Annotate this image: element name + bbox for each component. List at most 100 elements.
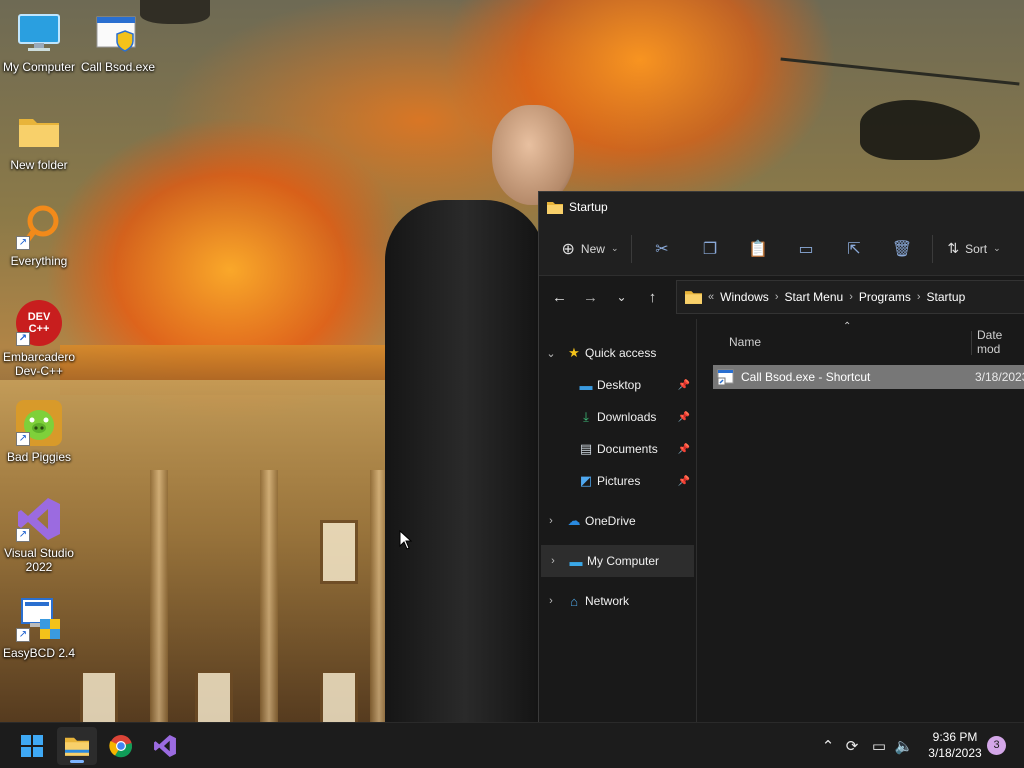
breadcrumb-item[interactable]: Startup [927, 290, 966, 304]
desktop-icon-devcpp[interactable]: DEV C++ ↗ Embarcadero Dev-C++ [1, 300, 77, 378]
new-button[interactable]: ⊕ New ⌄ [555, 233, 625, 265]
chevron-right-icon[interactable]: › [539, 515, 563, 527]
desktop-icon-label: Bad Piggies [6, 450, 72, 464]
address-row: ← → ⌄ ↑ « Windows › Start Menu › Program… [539, 276, 1024, 318]
address-bar[interactable]: « Windows › Start Menu › Programs › Star… [676, 280, 1024, 314]
monitor-icon [16, 10, 62, 56]
chevron-right-icon[interactable]: › [541, 555, 565, 567]
desktop-icon-label: Embarcadero Dev-C++ [2, 350, 76, 378]
taskbar-file-explorer[interactable] [57, 727, 97, 765]
pig-icon: ↗ [16, 400, 62, 446]
chevron-down-icon: ⌄ [616, 290, 627, 304]
trash-icon: 🗑 [891, 240, 913, 258]
sort-button[interactable]: ⇅ Sort ⌄ [939, 233, 1009, 265]
start-icon [21, 735, 43, 757]
nav-item-my-computer[interactable]: › ▬ My Computer [541, 545, 694, 577]
pin-icon[interactable]: 📌 [678, 380, 690, 391]
paste-button[interactable]: 📋 [734, 233, 782, 265]
column-header-date[interactable]: Date mod [977, 328, 1024, 356]
chevron-down-icon[interactable]: ⌄ [539, 347, 563, 360]
chrome-icon [109, 735, 133, 758]
nav-item-label: Documents [597, 442, 658, 456]
nav-item-onedrive[interactable]: › ☁ OneDrive [539, 505, 696, 537]
taskbar-chrome[interactable] [101, 727, 141, 765]
navigation-pane: ⌄ ★ Quick access ▬ Desktop 📌 ⤓ Downloads… [539, 319, 697, 723]
pin-icon[interactable]: 📌 [678, 444, 690, 455]
volume-icon[interactable]: 🔈 [893, 735, 915, 757]
copy-button[interactable]: ❐ [686, 233, 734, 265]
building-window [320, 520, 358, 584]
nav-item-quick-access[interactable]: ⌄ ★ Quick access [539, 337, 696, 369]
chevron-up-icon[interactable]: ⌃ [817, 735, 839, 757]
sync-icon[interactable]: ⟳ [841, 735, 863, 757]
helicopter-rotor [780, 57, 1020, 86]
rename-button[interactable]: ▭ [782, 233, 830, 265]
column-header-name[interactable]: Name [729, 335, 761, 349]
folder-icon [547, 201, 563, 214]
copy-icon: ❐ [702, 240, 718, 258]
taskbar: ⌃ ⟳ ▭ 🔈 9:36 PM 3/18/2023 3 [0, 722, 1024, 768]
command-bar: ⊕ New ⌄ ✂ ❐ 📋 ▭ ⇱ 🗑 ⇅ Sort ⌄ [539, 222, 1024, 276]
paste-icon: 📋 [748, 240, 768, 258]
desktop-icon-label: New folder [10, 158, 68, 172]
clock[interactable]: 9:36 PM 3/18/2023 [920, 729, 990, 761]
taskbar-visual-studio[interactable] [145, 727, 185, 765]
desktop-icon-label: Everything [10, 254, 68, 268]
breadcrumb-overflow[interactable]: « [708, 291, 714, 303]
sort-button-label: Sort [965, 241, 988, 256]
share-icon: ⇱ [847, 240, 861, 258]
nav-item-label: Desktop [597, 378, 642, 392]
desktop-icon-bad-piggies[interactable]: ↗ Bad Piggies [1, 400, 77, 464]
shortcut-arrow-icon: ↗ [16, 528, 30, 542]
forward-button[interactable]: → [575, 282, 606, 312]
column-header-row: ⌃ Name Date mod [699, 319, 1024, 365]
nav-item-documents[interactable]: ▤ Documents 📌 [539, 433, 696, 465]
desktop-icon-new-folder[interactable]: New folder [1, 108, 77, 172]
nav-item-label: My Computer [587, 554, 660, 568]
cut-button[interactable]: ✂ [638, 233, 686, 265]
title-bar[interactable]: Startup [539, 192, 1024, 222]
breadcrumb-item[interactable]: Programs [859, 290, 911, 304]
nav-item-desktop[interactable]: ▬ Desktop 📌 [539, 369, 696, 401]
breadcrumb-item[interactable]: Windows [720, 290, 769, 304]
separator [932, 234, 933, 263]
nav-item-network[interactable]: › ⌂ Network [539, 585, 696, 617]
pin-icon[interactable]: 📌 [678, 476, 690, 487]
arrow-up-icon: ↑ [648, 288, 657, 306]
column-divider[interactable] [971, 331, 972, 355]
start-button[interactable] [12, 727, 52, 765]
file-explorer-icon [65, 737, 89, 756]
delete-button[interactable]: 🗑 [878, 233, 926, 265]
nav-item-pictures[interactable]: ◩ Pictures 📌 [539, 465, 696, 497]
share-button[interactable]: ⇱ [830, 233, 878, 265]
desktop-icon-easybcd[interactable]: ↗ EasyBCD 2.4 [1, 596, 77, 660]
breadcrumb-item[interactable]: Start Menu [784, 290, 843, 304]
desktop-icon-call-bsod[interactable]: Call Bsod.exe [80, 10, 156, 74]
nav-item-downloads[interactable]: ⤓ Downloads 📌 [539, 401, 696, 433]
document-icon: ▤ [579, 441, 593, 456]
chevron-right-icon[interactable]: › [775, 291, 779, 303]
recent-locations-button[interactable]: ⌄ [606, 282, 637, 312]
file-explorer-window[interactable]: Startup ⊕ New ⌄ ✂ ❐ 📋 ▭ ⇱ 🗑 ⇅ Sort ⌄ ← →… [538, 191, 1024, 723]
desktop-icon-everything[interactable]: ↗ Everything [1, 204, 77, 268]
building-window [320, 670, 358, 722]
sort-arrows-icon: ⇅ [947, 240, 960, 256]
chevron-right-icon[interactable]: › [849, 291, 853, 303]
desktop-icon-visual-studio[interactable]: ↗ Visual Studio 2022 [1, 496, 77, 574]
easybcd-icon: ↗ [16, 596, 62, 642]
chevron-right-icon[interactable]: › [539, 595, 563, 607]
pin-icon[interactable]: 📌 [678, 412, 690, 423]
chevron-right-icon[interactable]: › [917, 291, 921, 303]
folder-icon [16, 108, 62, 154]
visual-studio-icon [154, 735, 176, 757]
back-button[interactable]: ← [544, 282, 575, 312]
notification-badge[interactable]: 3 [987, 736, 1006, 755]
rename-icon: ▭ [798, 240, 814, 258]
pane-area: ⌄ ★ Quick access ▬ Desktop 📌 ⤓ Downloads… [539, 319, 1024, 723]
visual-studio-icon: ↗ [16, 496, 62, 542]
file-row[interactable]: Call Bsod.exe - Shortcut 3/18/2023 [713, 365, 1024, 389]
up-button[interactable]: ↑ [637, 282, 668, 312]
network-icon[interactable]: ▭ [868, 735, 890, 757]
desktop-icon-my-computer[interactable]: My Computer [1, 10, 77, 74]
star-icon: ★ [568, 345, 580, 360]
